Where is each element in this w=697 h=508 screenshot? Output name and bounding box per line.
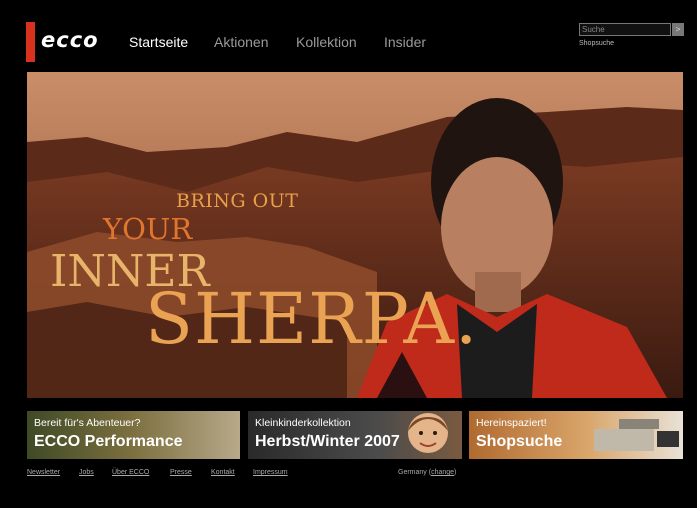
hero-banner[interactable]: BRING OUT YOUR INNER SHERPA. [27, 72, 683, 398]
nav-startseite[interactable]: Startseite [129, 34, 188, 50]
ecco-logo[interactable]: ecco [41, 28, 99, 52]
nav-kollektion[interactable]: Kollektion [296, 34, 357, 50]
country-label: Germany [398, 469, 427, 476]
banner-kinder-subtitle: Kleinkinderkollektion [255, 417, 351, 429]
hero-line-bring-out: BRING OUT [176, 190, 299, 212]
banner-performance-subtitle: Bereit für's Abenteuer? [34, 417, 141, 429]
hero-line-sherpa: SHERPA. [145, 278, 479, 360]
footer-link-jobs[interactable]: Jobs [79, 469, 94, 476]
shopsuche-link[interactable]: Shopsuche [579, 40, 614, 47]
footer-link-presse[interactable]: Presse [170, 469, 192, 476]
search-input[interactable]: Suche [579, 23, 671, 36]
nav-insider[interactable]: Insider [384, 34, 426, 50]
banner-shopsuche-title: Shopsuche [476, 433, 563, 450]
logo-bar [26, 22, 35, 62]
footer-link-ueber-ecco[interactable]: Über ECCO [112, 469, 149, 476]
country-selector: Germany (change) [398, 469, 457, 476]
banner-shopsuche[interactable]: Hereinspaziert! Shopsuche [469, 411, 683, 459]
change-country-link[interactable]: change [431, 469, 454, 476]
banner-performance[interactable]: Bereit für's Abenteuer? ECCO Performance [27, 411, 240, 459]
footer-link-kontakt[interactable]: Kontakt [211, 469, 235, 476]
banner-performance-title: ECCO Performance [34, 433, 183, 450]
hero-line-your: YOUR [103, 212, 193, 246]
footer-link-newsletter[interactable]: Newsletter [27, 469, 60, 476]
banner-shopsuche-subtitle: Hereinspaziert! [476, 417, 547, 429]
footer-link-impressum[interactable]: Impressum [253, 469, 288, 476]
nav-aktionen[interactable]: Aktionen [214, 34, 268, 50]
search-button[interactable]: > [672, 23, 684, 36]
banner-kinder-title: Herbst/Winter 2007 [255, 433, 400, 450]
banner-kinder[interactable]: Kleinkinderkollektion Herbst/Winter 2007 [248, 411, 462, 459]
